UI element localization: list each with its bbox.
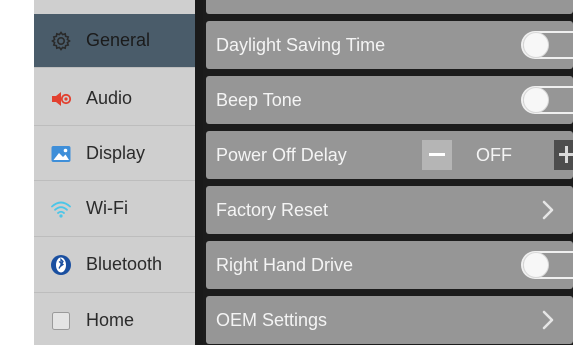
wifi-icon xyxy=(50,198,72,220)
setting-label: OEM Settings xyxy=(216,309,328,330)
settings-window: General Audio Display Wi-Fi Bluetooth Ho… xyxy=(34,0,573,345)
increase-button[interactable] xyxy=(554,140,573,170)
setting-row-oem-settings[interactable]: OEM Settings xyxy=(206,296,573,344)
setting-row-right-hand-drive: Right Hand Drive xyxy=(206,241,573,289)
setting-label: Factory Reset xyxy=(216,199,329,220)
image-icon xyxy=(50,143,72,165)
sidebar: General Audio Display Wi-Fi Bluetooth Ho… xyxy=(34,0,195,345)
daylight-saving-toggle[interactable] xyxy=(521,31,573,59)
settings-list: Daylight Saving Time Beep Tone Power Off… xyxy=(203,0,573,345)
sidebar-item-label: Audio xyxy=(86,88,133,108)
setting-label: Right Hand Drive xyxy=(216,254,354,275)
speaker-icon xyxy=(50,88,72,110)
toggle-knob xyxy=(523,87,549,113)
sidebar-divider xyxy=(34,180,195,181)
right-hand-drive-toggle[interactable] xyxy=(521,251,573,279)
setting-label: Daylight Saving Time xyxy=(216,34,386,55)
toggle-knob xyxy=(523,32,549,58)
bluetooth-icon xyxy=(50,254,72,276)
sidebar-divider xyxy=(34,67,195,68)
sidebar-item-label: General xyxy=(86,30,151,50)
home-icon xyxy=(50,310,72,332)
setting-row-beep-tone: Beep Tone xyxy=(206,76,573,124)
setting-label: Power Off Delay xyxy=(216,144,347,165)
setting-row-daylight-saving-time: Daylight Saving Time xyxy=(206,21,573,69)
sidebar-item-bluetooth[interactable]: Bluetooth xyxy=(34,238,195,291)
sidebar-divider xyxy=(34,125,195,126)
setting-label: Beep Tone xyxy=(216,89,302,110)
gear-icon xyxy=(50,30,72,52)
sidebar-item-label: Home xyxy=(86,310,135,330)
beep-tone-toggle[interactable] xyxy=(521,86,573,114)
chevron-right-icon xyxy=(541,308,555,332)
previous-row-edge xyxy=(206,0,573,14)
sidebar-item-label: Display xyxy=(86,143,146,163)
setting-row-power-off-delay: Power Off Delay OFF xyxy=(206,131,573,179)
sidebar-divider xyxy=(34,292,195,293)
sidebar-item-general[interactable]: General xyxy=(34,14,195,67)
sidebar-item-display[interactable]: Display xyxy=(34,127,195,180)
panel-divider xyxy=(195,0,203,345)
sidebar-divider xyxy=(34,236,195,237)
sidebar-item-audio[interactable]: Audio xyxy=(34,72,195,125)
decrease-button[interactable] xyxy=(422,140,452,170)
power-off-delay-value: OFF xyxy=(476,145,512,165)
sidebar-item-label: Wi-Fi xyxy=(86,198,128,218)
sidebar-item-home[interactable]: Home xyxy=(34,294,195,345)
sidebar-item-label: Bluetooth xyxy=(86,254,163,274)
sidebar-item-wifi[interactable]: Wi-Fi xyxy=(34,182,195,235)
setting-row-factory-reset[interactable]: Factory Reset xyxy=(206,186,573,234)
chevron-right-icon xyxy=(541,198,555,222)
toggle-knob xyxy=(523,252,549,278)
